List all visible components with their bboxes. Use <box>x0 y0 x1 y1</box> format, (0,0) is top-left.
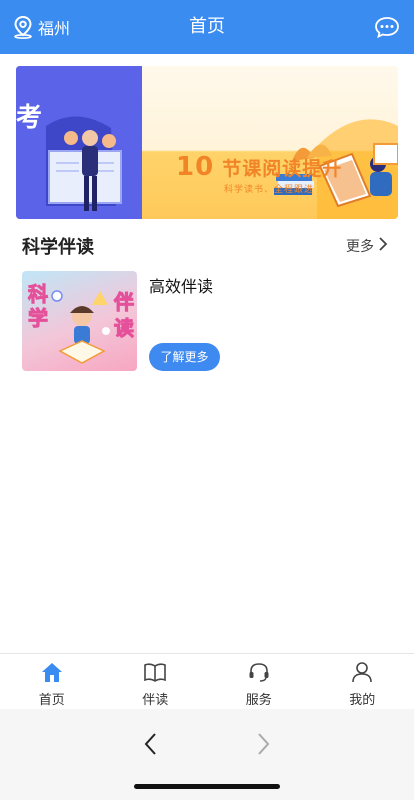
more-link[interactable]: 更多 <box>346 236 388 256</box>
thumbnail-text-right-1: 伴 <box>113 290 134 314</box>
back-button[interactable] <box>142 731 160 757</box>
chat-bubble-dots-icon <box>374 17 400 42</box>
home-indicator[interactable] <box>134 784 280 789</box>
thumbnail-text-left-2: 学 <box>28 306 48 330</box>
section-title: 科学伴读 <box>22 237 94 258</box>
headset-icon <box>247 661 271 687</box>
tab-service[interactable]: 服务 <box>207 654 311 709</box>
chevron-left-icon <box>142 733 160 761</box>
promo-banner[interactable]: 考 10 节课阅读提升 科学读书、全程跟进 <box>16 66 398 219</box>
tab-reading-label: 伴读 <box>142 693 169 708</box>
message-button[interactable] <box>374 16 400 39</box>
banner-subtitle: 科学读书、全程跟进 <box>224 185 315 195</box>
learn-more-button[interactable]: 了解更多 <box>149 343 220 371</box>
bottom-tab-bar: 首页 伴读 服务 我的 <box>0 653 414 709</box>
forward-button[interactable] <box>254 731 272 757</box>
top-nav-bar: 福州 首页 <box>0 0 414 54</box>
thumbnail-text-left-1: 科 <box>28 282 48 306</box>
book-icon <box>143 661 167 687</box>
banner-illustration-right <box>142 66 398 219</box>
svg-text:考: 考 <box>16 102 42 132</box>
app-page: 福州 首页 考 10 节课阅读提升 科学读书、全程跟进 科学伴读 更多 科 学 … <box>0 0 414 800</box>
tab-profile-label: 我的 <box>349 693 376 708</box>
banner-illustration-left: 考 <box>16 66 142 219</box>
chevron-right-icon <box>374 237 388 255</box>
thumbnail-text-right-2: 读 <box>114 316 134 340</box>
banner-title-number: 10 <box>176 152 215 182</box>
tab-profile[interactable]: 我的 <box>311 654 414 709</box>
page-title: 首页 <box>189 16 225 37</box>
tab-home[interactable]: 首页 <box>0 654 104 709</box>
banner-title: 10 节课阅读提升 <box>176 152 342 182</box>
banner-title-text: 节课阅读提升 <box>222 158 343 180</box>
home-icon <box>40 661 64 687</box>
chevron-right-icon <box>254 733 272 761</box>
tab-home-label: 首页 <box>38 693 65 708</box>
user-icon <box>350 661 374 687</box>
tab-reading[interactable]: 伴读 <box>104 654 208 709</box>
tab-service-label: 服务 <box>245 693 272 708</box>
more-label[interactable]: 更多 <box>346 236 374 256</box>
course-title[interactable]: 高效伴读 <box>149 273 213 297</box>
course-thumbnail[interactable]: 科 学 伴 读 <box>22 271 137 371</box>
